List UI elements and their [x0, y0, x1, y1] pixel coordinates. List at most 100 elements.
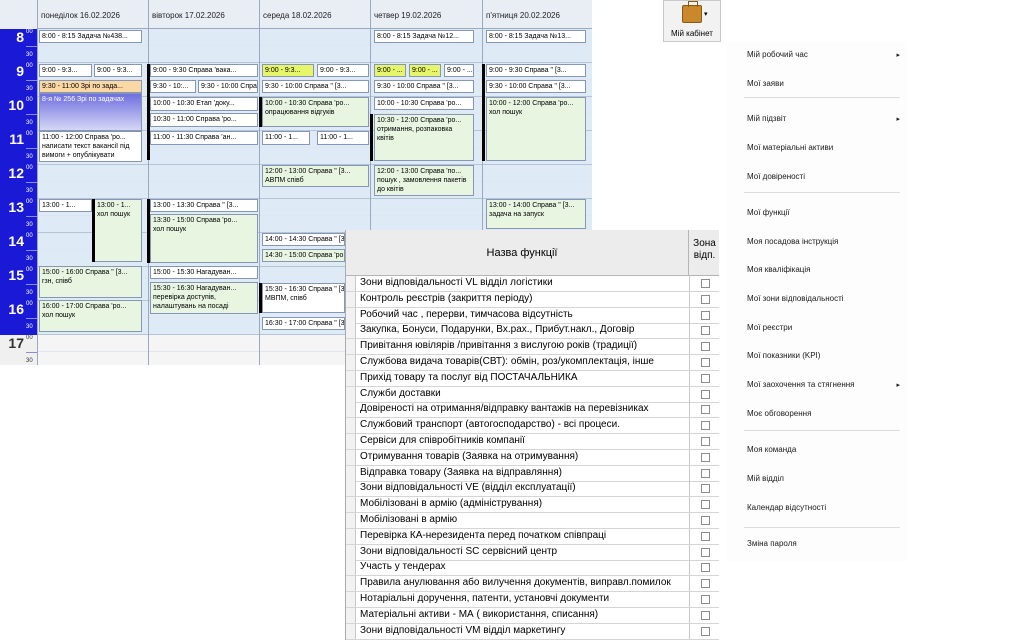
table-row[interactable]: Зони відповідальності VL відділ логістик… [346, 276, 719, 292]
event[interactable]: 12:00 - 13:00 Справа 'по... пошук , замо… [374, 165, 474, 196]
menu-item[interactable]: Мій відділ [747, 474, 899, 492]
time-slot[interactable] [260, 46, 370, 63]
zone-checkbox[interactable] [701, 563, 710, 573]
menu-item[interactable]: Мої заохочення та стягнення ▸ [747, 380, 900, 398]
event[interactable]: 9:00 - ... [409, 64, 441, 77]
event[interactable]: 8-я № 256 Зрі по задачах [39, 93, 142, 131]
table-row[interactable]: Служби доставки [346, 386, 719, 403]
event[interactable]: 13:00 - 13:30 Справа " [3... [150, 199, 258, 212]
row-selector[interactable] [346, 449, 356, 465]
event[interactable]: 9:00 - 9:3... [317, 64, 369, 77]
time-slot[interactable] [149, 352, 259, 365]
row-selector[interactable] [346, 592, 356, 607]
zone-checkbox[interactable] [701, 610, 710, 620]
menu-item[interactable]: Моє обговорення [747, 409, 899, 427]
day-header[interactable]: понеділок 16.02.2026 [38, 0, 148, 29]
zone-checkbox[interactable] [701, 294, 710, 304]
zone-checkbox[interactable] [701, 516, 710, 525]
table-row[interactable]: Зони відповідальності SC сервісний центр [346, 544, 719, 561]
column-header-zone[interactable]: Зона відп. [689, 230, 719, 276]
zone-checkbox[interactable] [701, 421, 710, 431]
table-row[interactable]: Привітання ювілярів /привітання з вислуг… [346, 339, 719, 356]
row-selector[interactable] [346, 623, 356, 639]
event[interactable]: 9:30 - 11:00 Зрі по зада... [39, 80, 142, 93]
event[interactable]: 10:00 - 10:30 Справа 'ро... опрацювання … [262, 97, 369, 127]
column-header-function-name[interactable]: Назва функції [356, 230, 689, 276]
row-selector[interactable] [346, 576, 356, 592]
event[interactable]: 15:30 - 16:30 Нагадуван... перевірка дос… [150, 282, 258, 314]
zone-checkbox[interactable] [701, 389, 710, 399]
time-slot[interactable] [149, 335, 259, 352]
table-row[interactable]: Участь у тендерах [346, 560, 719, 577]
zone-checkbox[interactable] [701, 595, 710, 604]
event[interactable]: 11:00 - 11:30 Справа 'ан... [150, 131, 258, 145]
zone-checkbox[interactable] [701, 468, 710, 478]
table-row[interactable]: Службова видача товарів(СВТ): обмін, роз… [346, 355, 719, 371]
menu-item[interactable]: Календар відсутності [747, 503, 899, 521]
table-row[interactable]: Прихід товару та послуг від ПОСТАЧАЛЬНИК… [346, 370, 719, 387]
zone-checkbox[interactable] [701, 531, 710, 541]
event[interactable]: 15:30 - 16:30 Справа " [3... МВПМ, співб [262, 283, 345, 313]
event[interactable]: 11:00 - 1... [317, 131, 369, 145]
zone-checkbox[interactable] [701, 342, 710, 352]
menu-item[interactable]: Моя кваліфікація [747, 265, 899, 283]
zone-checkbox[interactable] [701, 500, 710, 510]
day-header[interactable]: середа 18.02.2026 [260, 0, 370, 29]
table-row[interactable]: Відправка товару (Заявка на відправляння… [346, 465, 719, 482]
time-slot[interactable] [483, 165, 592, 182]
event[interactable]: 9:00 - 9:3... [262, 64, 314, 77]
time-slot[interactable] [149, 46, 259, 63]
event[interactable]: 9:00 - ... [374, 64, 406, 77]
table-row[interactable]: Зони відповідальності VM відділ маркетин… [346, 623, 719, 640]
menu-item[interactable]: Мій підзвіт ▸ [747, 114, 900, 132]
my-cabinet-button[interactable]: ▾ Мій кабінет [663, 0, 721, 42]
event[interactable]: 13:00 - 1... хол пошук [94, 199, 142, 262]
time-slot[interactable] [483, 46, 592, 63]
time-slot[interactable] [38, 182, 148, 199]
row-selector[interactable] [346, 291, 356, 307]
event[interactable]: 8:00 - 8:15 Задача №12... [374, 30, 474, 43]
table-row[interactable]: Закупка, Бонуси, Подарунки, Вх.рах., При… [346, 323, 719, 340]
table-row[interactable]: Робочий час , перерви, тимчасова відсутн… [346, 307, 719, 324]
time-slot[interactable] [149, 148, 259, 165]
time-slot[interactable] [483, 182, 592, 199]
event[interactable]: 9:30 - 10:00 Справа " [3... [262, 80, 369, 93]
zone-checkbox[interactable] [701, 310, 710, 320]
event[interactable]: 13:00 - 14:00 Справа " [3... задача на з… [486, 199, 586, 229]
row-selector[interactable] [346, 465, 356, 481]
event[interactable]: 15:00 - 15:30 Нагадуван... [150, 266, 258, 279]
table-row[interactable]: Нотаріальні доручення, патенти, установч… [346, 592, 719, 608]
menu-item[interactable]: Мої зони відповідальності [747, 294, 899, 312]
row-selector[interactable] [346, 307, 356, 323]
time-slot[interactable] [149, 182, 259, 199]
menu-item[interactable]: Мої показники (KPI) [747, 351, 899, 369]
zone-checkbox[interactable] [701, 579, 710, 589]
day-header[interactable]: п'ятниця 20.02.2026 [483, 0, 592, 29]
row-selector[interactable] [346, 386, 356, 402]
zone-checkbox[interactable] [701, 279, 710, 288]
day-header[interactable]: вівторок 17.02.2026 [149, 0, 259, 29]
time-slot[interactable] [38, 352, 148, 365]
time-slot[interactable] [371, 199, 482, 216]
event[interactable]: 14:00 - 14:30 Справа " [3... [262, 233, 345, 246]
zone-checkbox[interactable] [701, 405, 710, 415]
day-header[interactable]: четвер 19.02.2026 [371, 0, 482, 29]
event[interactable]: 8:00 - 8:15 Задача №438... [39, 30, 142, 43]
event[interactable]: 10:00 - 10:30 Етап 'доку... [150, 97, 258, 111]
table-row[interactable]: Контроль реєстрів (закриття періоду) [346, 291, 719, 308]
event[interactable]: 11:00 - 1... [262, 131, 310, 145]
event[interactable]: 16:00 - 17:00 Справа 'ро... хол пошук [39, 300, 142, 332]
row-selector[interactable] [346, 339, 356, 355]
event[interactable]: 10:30 - 11:00 Справа 'ро... [150, 113, 258, 127]
time-slot[interactable] [371, 46, 482, 63]
zone-checkbox[interactable] [701, 484, 710, 494]
menu-item[interactable]: Моя посадова інструкція [747, 237, 899, 255]
menu-item[interactable]: Мої заяви [747, 79, 899, 97]
row-selector[interactable] [346, 370, 356, 386]
row-selector[interactable] [346, 607, 356, 623]
menu-item[interactable]: Мої реєстри [747, 323, 899, 341]
row-selector[interactable] [346, 418, 356, 434]
event[interactable]: 9:30 - 10:00 Справа " [3... [198, 80, 258, 93]
zone-checkbox[interactable] [701, 326, 710, 336]
event[interactable]: 9:00 - ... [444, 64, 474, 77]
